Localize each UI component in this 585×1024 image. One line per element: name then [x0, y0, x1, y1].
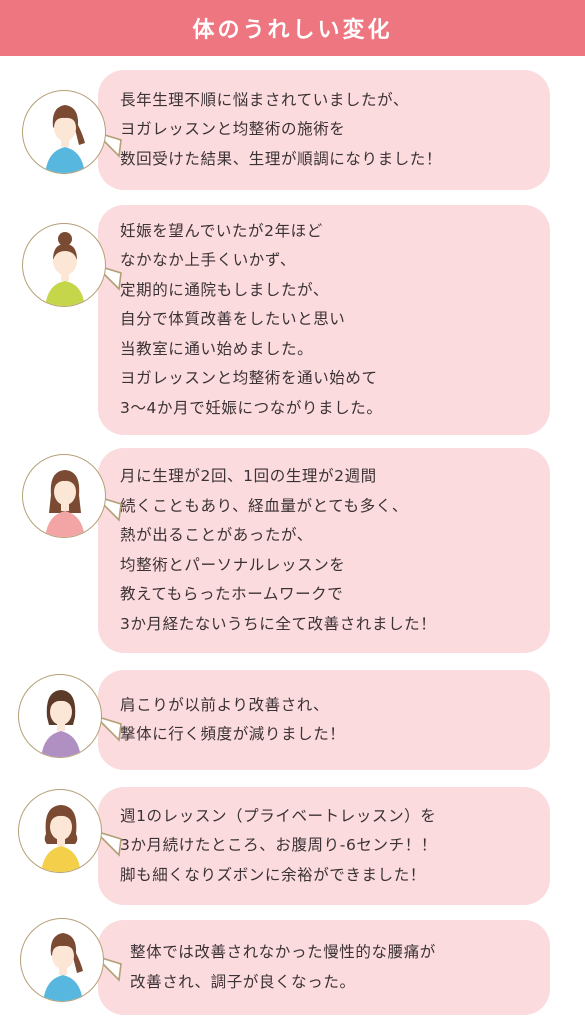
- testimonial-line: 教えてもらったホームワークで: [120, 585, 344, 603]
- testimonial-line: 撃体に行く頻度が減りました！: [120, 725, 346, 743]
- testimonial-1: 長年生理不順に悩まされていましたが、 ヨガレッスンと均整術の施術を 数回受けた結…: [0, 70, 585, 190]
- testimonial-line: 3か月経たないうちに全て改善されました！: [120, 614, 437, 633]
- woman-avatar-icon: [41, 690, 81, 757]
- testimonial-line: 数回受けた結果、生理が順調になりました！: [120, 149, 443, 168]
- woman-avatar-icon: [41, 805, 81, 872]
- testimonial-5: 週1のレッスン（プライベートレッスン）を 3か月続けたところ、お腹周り-6センチ…: [0, 787, 585, 905]
- woman-avatar-icon: [45, 232, 85, 306]
- testimonial-line: 続くこともあり、経血量がとても多く、: [120, 496, 408, 515]
- avatar-bubble: [22, 90, 106, 174]
- avatar-bubble: [22, 223, 106, 307]
- testimonial-line: 自分で体質改善をしたいと思い: [120, 310, 346, 329]
- testimonial-2: 妊娠を望んでいたが2年ほど なかなか上手くいかず、 定期的に通院もしましたが、 …: [0, 205, 585, 435]
- testimonial-line: 3〜4か月で妊娠につながりました。: [120, 398, 383, 417]
- woman-avatar-icon: [43, 933, 83, 1001]
- testimonial-card: 肩こりが以前より改善され、 撃体に行く頻度が減りました！: [98, 670, 550, 770]
- testimonial-line: 当教室に通い始めました。: [120, 339, 314, 358]
- testimonial-line: 改善され、調子が良くなった。: [130, 972, 356, 991]
- testimonial-6: 整体では改善されなかった慢性的な腰痛が 改善され、調子が良くなった。: [0, 918, 585, 1015]
- testimonial-card: 長年生理不順に悩まされていましたが、 ヨガレッスンと均整術の施術を 数回受けた結…: [98, 70, 550, 190]
- testimonial-line: ヨガレッスンと均整術の施術を: [120, 120, 346, 139]
- testimonial-line: 定期的に通院もしましたが、: [120, 280, 329, 299]
- avatar-bubble: [20, 918, 104, 1002]
- testimonial-line: なかなか上手くいかず、: [120, 251, 297, 270]
- avatar-bubble: [22, 454, 106, 538]
- testimonial-line: 週1のレッスン（プライベートレッスン）を: [120, 806, 437, 825]
- testimonial-line: 3か月続けたところ、お腹周り-6センチ！！: [120, 836, 437, 855]
- testimonial-card: 月に生理が2回、1回の生理が2週間 続くこともあり、経血量がとても多く、 熱が出…: [98, 448, 550, 653]
- avatar-bubble: [18, 789, 102, 873]
- testimonial-line: 月に生理が2回、1回の生理が2週間: [120, 467, 377, 485]
- testimonial-line: 脚も細くなりズボンに余裕ができました！: [120, 865, 426, 884]
- testimonial-line: 長年生理不順に悩まされていましたが、: [120, 90, 410, 109]
- testimonial-line: 肩こりが以前より改善され、: [120, 695, 330, 714]
- woman-avatar-icon: [45, 105, 85, 173]
- testimonial-card: 週1のレッスン（プライベートレッスン）を 3か月続けたところ、お腹周り-6センチ…: [98, 787, 550, 905]
- testimonial-4: 肩こりが以前より改善され、 撃体に行く頻度が減りました！: [0, 670, 585, 770]
- testimonial-line: 妊娠を望んでいたが2年ほど: [120, 221, 323, 240]
- avatar-bubble: [18, 674, 102, 758]
- page-header: 体のうれしい変化: [0, 0, 585, 56]
- woman-avatar-icon: [45, 470, 85, 537]
- testimonial-line: 均整術とパーソナルレッスンを: [120, 555, 346, 574]
- testimonial-card: 妊娠を望んでいたが2年ほど なかなか上手くいかず、 定期的に通院もしましたが、 …: [98, 205, 550, 435]
- page-title: 体のうれしい変化: [192, 18, 393, 43]
- testimonial-line: 熱が出ることがあったが、: [120, 526, 313, 544]
- testimonial-line: 整体では改善されなかった慢性的な腰痛が: [130, 943, 436, 961]
- testimonial-3: 月に生理が2回、1回の生理が2週間 続くこともあり、経血量がとても多く、 熱が出…: [0, 448, 585, 653]
- testimonial-card: 整体では改善されなかった慢性的な腰痛が 改善され、調子が良くなった。: [98, 920, 550, 1015]
- testimonial-line: ヨガレッスンと均整術を通い始めて: [120, 369, 378, 388]
